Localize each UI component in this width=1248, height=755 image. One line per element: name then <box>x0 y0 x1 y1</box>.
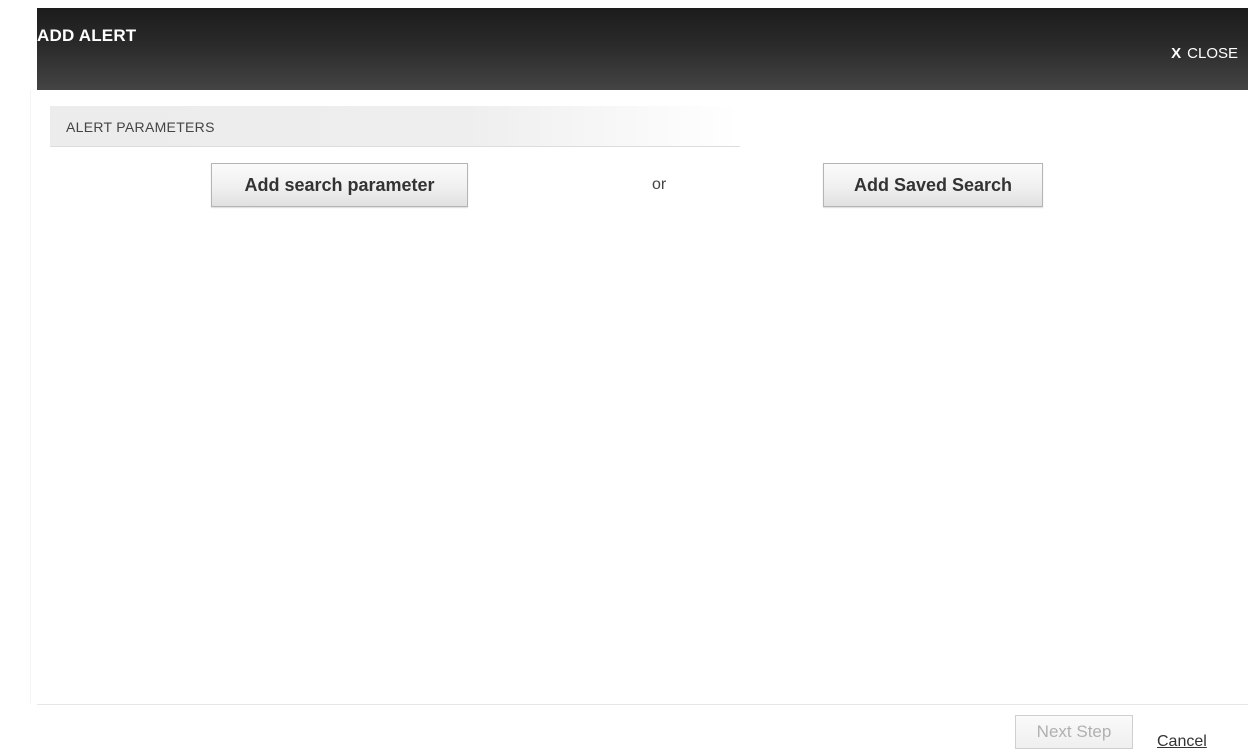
footer-divider <box>37 704 1248 705</box>
dialog-left-border <box>30 90 31 704</box>
add-alert-dialog: ADD ALERT X CLOSE ALERT PARAMETERS Add s… <box>0 0 1248 755</box>
close-icon: X <box>1171 45 1182 62</box>
close-button[interactable]: X CLOSE <box>1171 45 1238 62</box>
add-saved-search-button[interactable]: Add Saved Search <box>823 163 1043 207</box>
next-step-button[interactable]: Next Step <box>1015 715 1133 749</box>
close-label: CLOSE <box>1187 45 1238 62</box>
alert-parameters-header: ALERT PARAMETERS <box>50 106 740 147</box>
section-title: ALERT PARAMETERS <box>66 119 215 135</box>
dialog-title: ADD ALERT <box>37 26 137 45</box>
add-search-parameter-button[interactable]: Add search parameter <box>211 163 468 207</box>
cancel-link[interactable]: Cancel <box>1157 733 1207 751</box>
dialog-header: ADD ALERT X CLOSE <box>37 8 1248 90</box>
or-separator: or <box>652 176 667 193</box>
